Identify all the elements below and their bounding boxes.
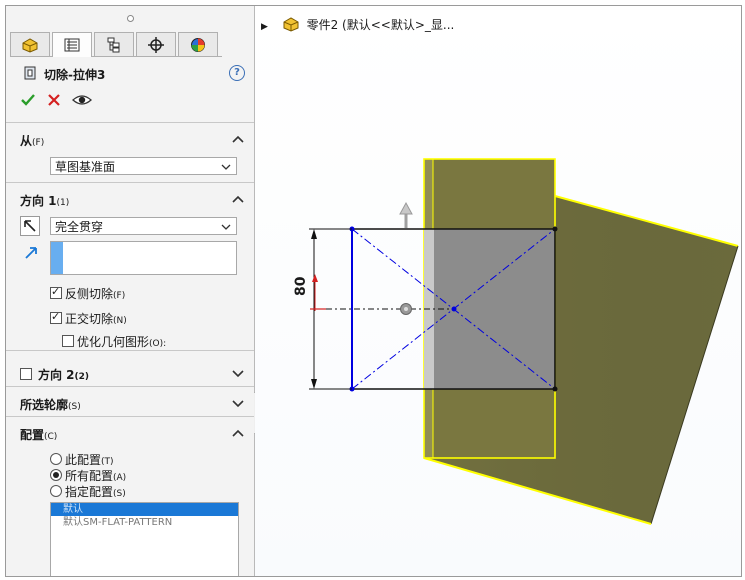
feature-tree-flyout[interactable]: ▶ 零件2 (默认<<默认>_显... <box>261 16 454 34</box>
solidworks-window: 切除-拉伸3 ? 从(F) 草图基准面 方向 1(1) 完全贯穿 ✓反侧切除(F… <box>5 5 742 577</box>
chevron-up-icon[interactable] <box>232 134 244 144</box>
part-icon <box>22 38 38 53</box>
section-direction1-header[interactable]: 方向 1(1) <box>20 192 69 209</box>
radio-all-configurations[interactable]: 所有配置(A) <box>50 467 126 483</box>
graphics-viewport[interactable]: 80 <box>255 6 741 576</box>
optimize-geometry-checkbox[interactable]: 优化几何图形(O): <box>62 333 166 349</box>
radio-this-configuration[interactable]: 此配置(T) <box>50 451 114 467</box>
display-manager-icon <box>191 38 205 52</box>
chevron-down-icon <box>221 224 231 230</box>
chevron-up-icon[interactable] <box>232 428 244 438</box>
section-direction2: 方向 2(2) <box>6 350 254 387</box>
direction-arrow-icon <box>25 247 37 259</box>
sketch-midpoint <box>451 306 457 312</box>
normal-cut-checkbox[interactable]: 正交切除(N) <box>50 310 127 326</box>
list-item[interactable]: 默认SM-FLAT-PATTERN <box>51 516 238 529</box>
tab-display-manager[interactable] <box>178 32 218 56</box>
direction-handle-center <box>404 307 408 311</box>
dimension-arrow <box>311 379 317 389</box>
dimxpert-icon <box>148 37 164 53</box>
tab-property-manager[interactable] <box>52 32 92 57</box>
extrude-direction-arrowhead <box>399 201 413 215</box>
model-view <box>309 158 739 525</box>
feature-tree-label: 零件2 (默认<<默认>_显... <box>306 18 455 32</box>
panel-grip-handle[interactable] <box>127 15 134 22</box>
origin-arrow <box>312 274 318 282</box>
direction-selection-box[interactable] <box>50 241 237 275</box>
tab-feature-manager[interactable] <box>10 32 50 56</box>
section-selected-contours: 所选轮廓(S) <box>6 386 254 417</box>
configuration-manager-icon <box>107 37 120 53</box>
direction2-checkbox[interactable]: 方向 2(2) <box>20 366 89 382</box>
feature-title-row: 切除-拉伸3 ? <box>20 65 245 83</box>
cancel-x-icon[interactable] <box>46 92 62 108</box>
chevron-down-icon <box>221 164 231 170</box>
section-direction1: 方向 1(1) 完全贯穿 反侧切除(F) <box>6 182 254 351</box>
action-buttons <box>20 92 100 110</box>
dimension-value[interactable]: 80 <box>293 277 309 296</box>
part-icon <box>283 17 299 32</box>
property-manager-icon <box>64 38 80 52</box>
chevron-up-icon[interactable] <box>232 194 244 204</box>
preview-eye-icon[interactable] <box>72 92 92 108</box>
cut-extrude-icon <box>24 66 36 80</box>
reverse-direction-button[interactable] <box>20 216 40 236</box>
flip-side-checkbox[interactable]: 反侧切除(F) <box>50 285 125 301</box>
tab-configuration-manager[interactable] <box>94 32 134 56</box>
chevron-down-icon[interactable] <box>232 398 244 408</box>
chevron-down-icon[interactable] <box>232 368 244 378</box>
expand-arrow-icon[interactable]: ▶ <box>261 22 268 32</box>
feature-title: 切除-拉伸3 <box>44 68 106 82</box>
help-icon[interactable]: ? <box>229 65 245 81</box>
radio-specify-configurations[interactable]: 指定配置(S) <box>50 483 126 499</box>
tab-dimxpert-manager[interactable] <box>136 32 176 56</box>
list-item[interactable]: 默认 <box>51 503 238 516</box>
selection-box-color-bar <box>51 242 63 274</box>
sketch-point <box>552 226 558 232</box>
from-select[interactable]: 草图基准面 <box>50 157 237 175</box>
reverse-direction-icon <box>24 220 36 232</box>
end-condition-select[interactable]: 完全贯穿 <box>50 217 237 235</box>
configuration-listbox[interactable]: 默认 默认SM-FLAT-PATTERN <box>50 502 239 576</box>
section-configuration-header[interactable]: 配置(C) <box>20 426 57 443</box>
sketch-point <box>552 386 558 392</box>
property-manager-panel: 切除-拉伸3 ? 从(F) 草图基准面 方向 1(1) 完全贯穿 ✓反侧切除(F… <box>6 6 255 576</box>
manager-tabs <box>10 32 222 57</box>
dimension-arrow <box>311 229 317 239</box>
section-from-header[interactable]: 从(F) <box>20 132 44 149</box>
section-from: 从(F) 草图基准面 <box>6 122 254 183</box>
section-selected-contours-header[interactable]: 所选轮廓(S) <box>20 396 81 413</box>
ok-check-icon[interactable] <box>20 92 36 108</box>
